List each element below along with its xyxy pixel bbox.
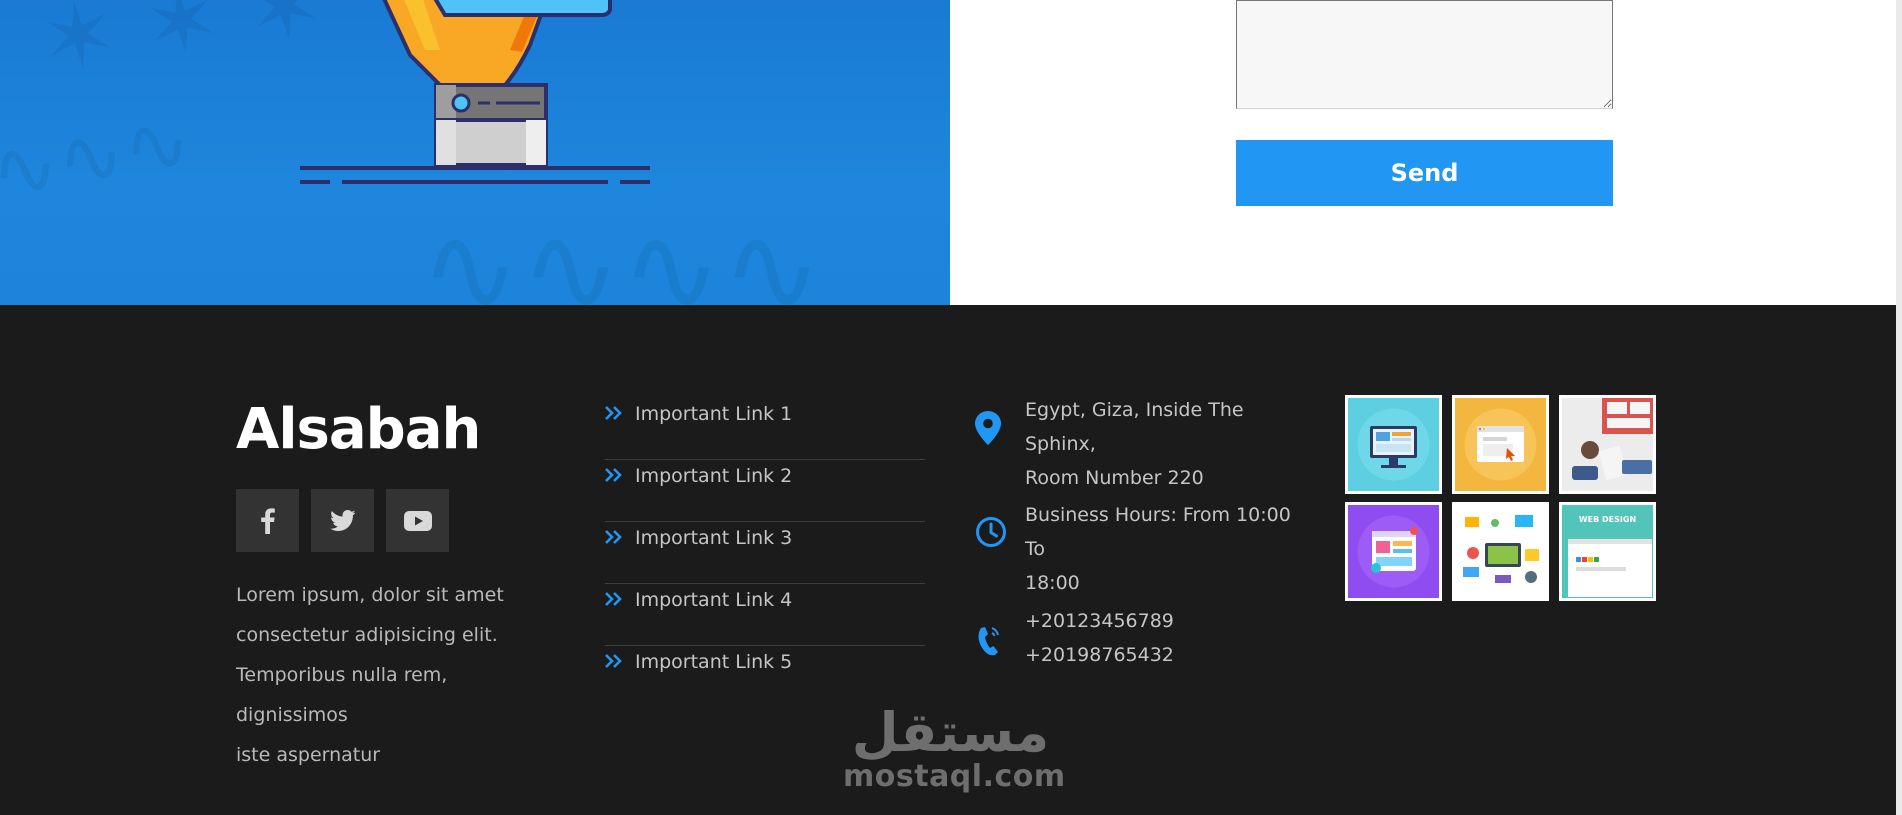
footer-about-text: Lorem ipsum, dolor sit amet consectetur … [236, 575, 546, 775]
youtube-button[interactable] [386, 489, 449, 552]
footer-link-3[interactable]: Important Link 3 [605, 522, 925, 584]
footer-link-label: Important Link 5 [635, 651, 793, 673]
footer-link-label: Important Link 1 [635, 403, 793, 425]
scrollbar[interactable] [1896, 0, 1902, 815]
about-line: Lorem ipsum, dolor sit amet [236, 584, 504, 606]
hours-line: Business Hours: From 10:00 To [1025, 504, 1291, 560]
facebook-button[interactable] [236, 489, 299, 552]
address-line: Egypt, Giza, Inside The Sphinx, [1025, 399, 1244, 455]
mostaql-watermark: مستقل mostaql.com [843, 701, 1066, 794]
double-chevron-right-icon [605, 530, 622, 544]
twitter-icon [329, 509, 355, 531]
phone-number[interactable]: +20123456789 [1025, 604, 1174, 638]
hero-illustration-panel: ✶ ✶ ✶ ∿∿∿ ∿∿∿∿ [0, 0, 950, 305]
monitor-design-image [1357, 408, 1430, 481]
double-chevron-right-icon [605, 468, 622, 482]
footer-link-1[interactable]: Important Link 1 [605, 398, 925, 460]
browser-window-image [1464, 408, 1537, 481]
address-line: Room Number 220 [1025, 467, 1204, 489]
clock-icon [976, 517, 1006, 547]
background-decoration: ✶ ✶ ✶ [34, 0, 330, 95]
gallery-thumb-desk[interactable] [1559, 395, 1656, 494]
footer: Alsabah Lorem ipsum, dolor sit amet cons… [0, 305, 1896, 815]
web-design-image: WEB DESIGN [1562, 505, 1653, 598]
web-elements-image [1455, 505, 1546, 598]
youtube-icon [403, 510, 432, 531]
contact-form: Send [950, 0, 1902, 305]
double-chevron-right-icon [605, 592, 622, 606]
message-textarea[interactable] [1236, 0, 1613, 109]
watermark-latin: mostaql.com [843, 759, 1066, 794]
mobile-app-image [1357, 515, 1430, 588]
footer-link-label: Important Link 2 [635, 465, 793, 487]
desk-photo-image [1562, 398, 1653, 491]
footer-link-label: Important Link 3 [635, 527, 793, 549]
hours-line: 18:00 [1025, 572, 1080, 594]
twitter-button[interactable] [311, 489, 374, 552]
footer-link-label: Important Link 4 [635, 589, 793, 611]
gallery-thumb-monitor[interactable] [1345, 395, 1442, 494]
gallery-thumb-web-design[interactable]: WEB DESIGN [1559, 502, 1656, 601]
footer-links: Important Link 1 Important Link 2 Import… [605, 398, 925, 708]
double-chevron-right-icon [605, 654, 622, 668]
hand-holding-card-illustration [300, 0, 650, 184]
double-chevron-right-icon [605, 406, 622, 420]
footer-link-4[interactable]: Important Link 4 [605, 584, 925, 646]
watermark-arabic: مستقل [851, 701, 1050, 764]
gallery-thumb-web-elements[interactable] [1452, 502, 1549, 601]
background-decoration: ∿∿∿ [0, 93, 198, 220]
footer-brand-title: Alsabah [236, 397, 481, 462]
gallery-thumb-mobile-app[interactable] [1345, 502, 1442, 601]
location-pin-icon [975, 411, 1001, 445]
facebook-icon [260, 507, 275, 534]
background-decoration: ∿∿∿∿ [420, 200, 823, 305]
phone-icon [978, 627, 999, 656]
contact-section: ✶ ✶ ✶ ∿∿∿ ∿∿∿∿ Send [0, 0, 1902, 305]
send-button[interactable]: Send [1236, 140, 1613, 206]
about-line: iste aspernatur [236, 744, 381, 766]
phone-number[interactable]: +20198765432 [1025, 638, 1174, 672]
web-design-caption: WEB DESIGN [1579, 515, 1636, 524]
gallery-thumb-browser[interactable] [1452, 395, 1549, 494]
about-line: consectetur adipisicing elit. [236, 624, 498, 646]
about-line: Temporibus nulla rem, dignissimos [236, 664, 448, 726]
footer-link-5[interactable]: Important Link 5 [605, 646, 925, 708]
footer-link-2[interactable]: Important Link 2 [605, 460, 925, 522]
